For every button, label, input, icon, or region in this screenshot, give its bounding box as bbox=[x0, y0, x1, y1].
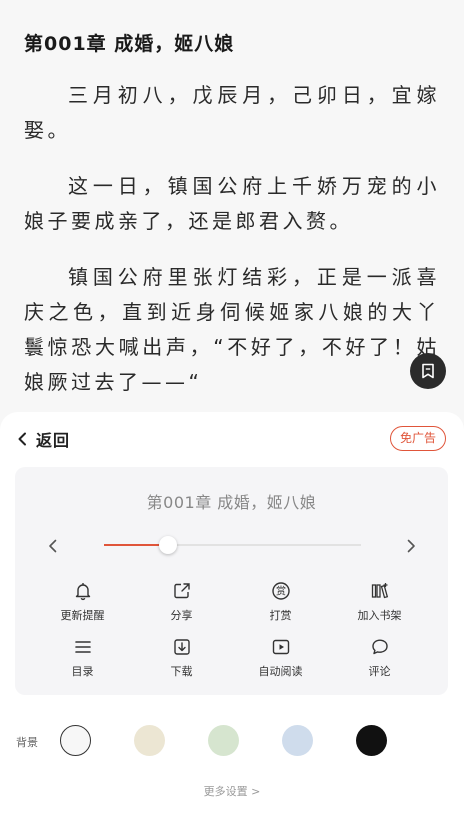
action-label: 评论 bbox=[368, 665, 391, 678]
table-of-contents-button[interactable]: 目录 bbox=[33, 635, 132, 691]
paragraph: 这一日，镇国公府上千娇万宠的小娘子要成亲了，还是郎君入赘。 bbox=[24, 174, 440, 233]
chevron-left-icon bbox=[18, 432, 26, 446]
reward-icon: 赏 bbox=[269, 579, 293, 603]
action-grid: 更新提醒 分享 赏 打赏 加入书架 目录 下载 自动阅读 评论 bbox=[33, 579, 429, 691]
svg-text:赏: 赏 bbox=[276, 586, 286, 598]
update-reminder-button[interactable]: 更新提醒 bbox=[33, 579, 132, 635]
action-label: 自动阅读 bbox=[258, 665, 303, 678]
action-label: 打赏 bbox=[269, 609, 292, 622]
reader-content: 第001章 成婚，姬八娘 三月初八，戊辰月，己卯日，宜嫁娶。 这一日，镇国公府上… bbox=[0, 0, 464, 430]
previous-chapter-button[interactable] bbox=[40, 533, 66, 559]
reward-button[interactable]: 赏 打赏 bbox=[231, 579, 330, 635]
chapter-progress-slider[interactable] bbox=[104, 536, 361, 554]
back-button[interactable]: 返回 bbox=[16, 426, 70, 452]
action-label: 分享 bbox=[170, 609, 193, 622]
share-button[interactable]: 分享 bbox=[132, 579, 231, 635]
comment-icon bbox=[368, 635, 392, 659]
action-label: 下载 bbox=[170, 665, 193, 678]
bell-icon bbox=[71, 579, 95, 603]
background-swatch-blue[interactable] bbox=[282, 725, 313, 756]
background-swatch-white[interactable] bbox=[60, 725, 91, 756]
chevron-left-icon bbox=[49, 539, 57, 553]
chapter-control-panel: 第001章 成婚，姬八娘 更新提醒 分享 赏 打赏 加入书架 目录 下载 自动阅… bbox=[15, 467, 448, 695]
paragraph: 三月初八，戊辰月，己卯日，宜嫁娶。 bbox=[24, 83, 440, 142]
current-chapter-label: 第001章 成婚，姬八娘 bbox=[146, 493, 317, 512]
background-swatch-black[interactable] bbox=[356, 725, 387, 756]
reader-menu-sheet: 返回 免广告 第001章 成婚，姬八娘 更新提醒 分享 赏 打赏 加入书架 目录… bbox=[0, 412, 464, 825]
bookmark-icon bbox=[422, 363, 434, 379]
action-label: 加入书架 bbox=[357, 609, 402, 622]
back-label: 返回 bbox=[36, 431, 71, 450]
more-settings-link[interactable]: 更多设置 > bbox=[0, 783, 464, 799]
menu-icon bbox=[71, 635, 95, 659]
chapter-title: 第001章 成婚，姬八娘 bbox=[24, 33, 235, 55]
action-label: 更新提醒 bbox=[60, 609, 105, 622]
background-swatch-beige[interactable] bbox=[134, 725, 165, 756]
chevron-right-icon bbox=[407, 539, 415, 553]
slider-handle[interactable] bbox=[159, 536, 178, 554]
background-label: 背景 bbox=[16, 736, 38, 749]
action-row: 更新提醒 分享 赏 打赏 加入书架 bbox=[33, 579, 429, 635]
bookmark-button[interactable] bbox=[410, 353, 446, 389]
download-icon bbox=[170, 635, 194, 659]
action-label: 目录 bbox=[71, 665, 94, 678]
background-picker: 背景 bbox=[0, 725, 464, 759]
paragraph: 镇国公府里张灯结彩，正是一派喜庆之色，直到近身伺候姬家八娘的大丫鬟惊恐大喊出声，… bbox=[24, 265, 440, 394]
share-icon bbox=[170, 579, 194, 603]
ad-free-button[interactable]: 免广告 bbox=[389, 426, 446, 451]
bookshelf-icon bbox=[368, 579, 392, 603]
download-button[interactable]: 下载 bbox=[132, 635, 231, 691]
add-to-bookshelf-button[interactable]: 加入书架 bbox=[330, 579, 429, 635]
comment-button[interactable]: 评论 bbox=[330, 635, 429, 691]
auto-read-button[interactable]: 自动阅读 bbox=[231, 635, 330, 691]
action-row: 目录 下载 自动阅读 评论 bbox=[33, 635, 429, 691]
next-chapter-button[interactable] bbox=[398, 533, 424, 559]
background-swatch-green[interactable] bbox=[208, 725, 239, 756]
sheet-header: 返回 免广告 bbox=[0, 426, 464, 452]
play-icon bbox=[269, 635, 293, 659]
